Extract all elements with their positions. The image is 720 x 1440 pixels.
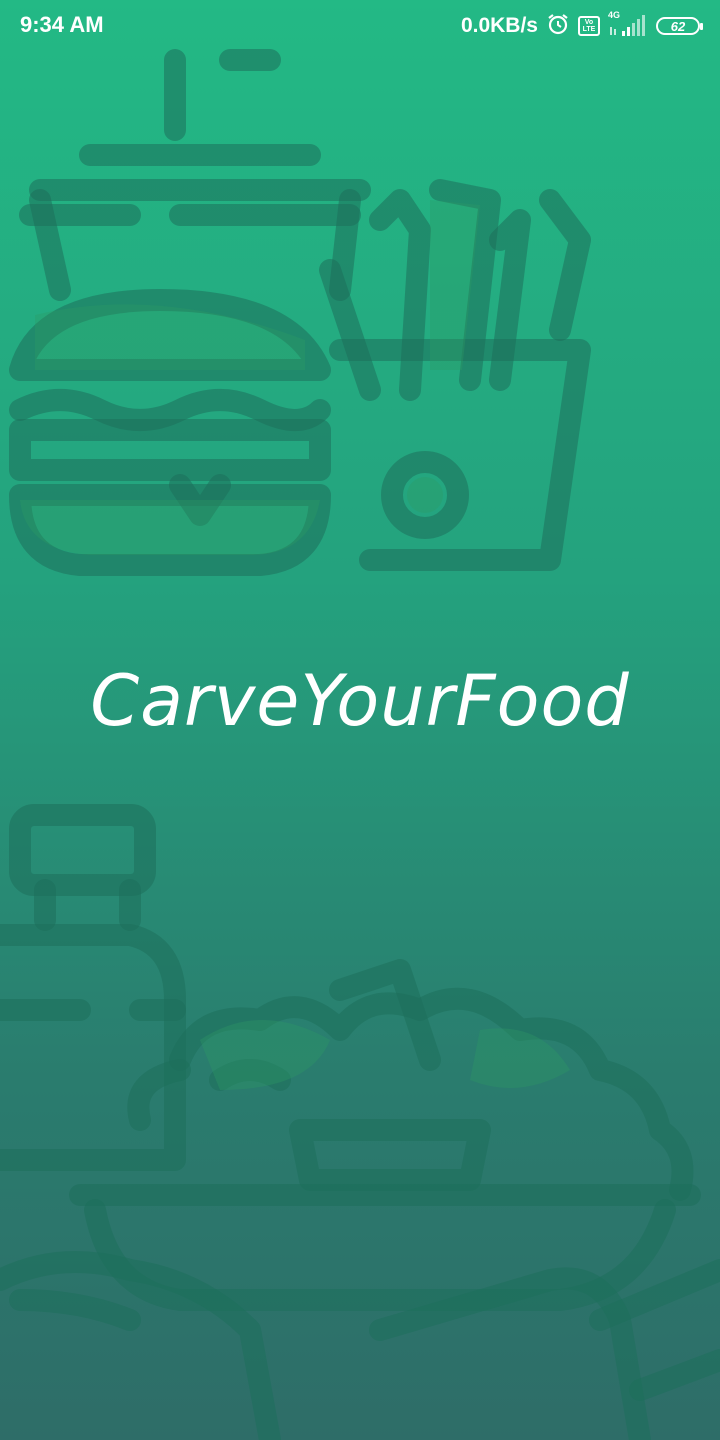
network-speed: 0.0KB/s bbox=[460, 14, 538, 37]
app-name-title: CarveYourFood bbox=[90, 660, 630, 742]
burger-icon bbox=[9, 289, 331, 576]
sandwich-icon bbox=[0, 1251, 720, 1440]
fries-icon bbox=[319, 179, 591, 571]
volte-icon: Vo LTE bbox=[578, 16, 600, 36]
bottle-icon bbox=[0, 804, 186, 1171]
drink-cup-icon bbox=[19, 49, 371, 301]
status-time: 9:34 AM bbox=[20, 12, 104, 37]
battery-icon: 62 bbox=[656, 17, 703, 35]
status-icons: 0.0KB/s Vo LTE 4G 62 bbox=[460, 10, 703, 41]
volte-bottom-label: LTE bbox=[582, 26, 596, 33]
volte-top-label: Vo bbox=[584, 19, 594, 26]
salad-bowl-icon bbox=[69, 959, 701, 1311]
battery-level: 62 bbox=[670, 18, 686, 34]
signal-icon: 4G bbox=[608, 10, 648, 39]
alarm-icon bbox=[546, 12, 570, 41]
status-bar: 9:34 AM 0.0KB/s Vo LTE 4G 62 bbox=[0, 0, 720, 52]
